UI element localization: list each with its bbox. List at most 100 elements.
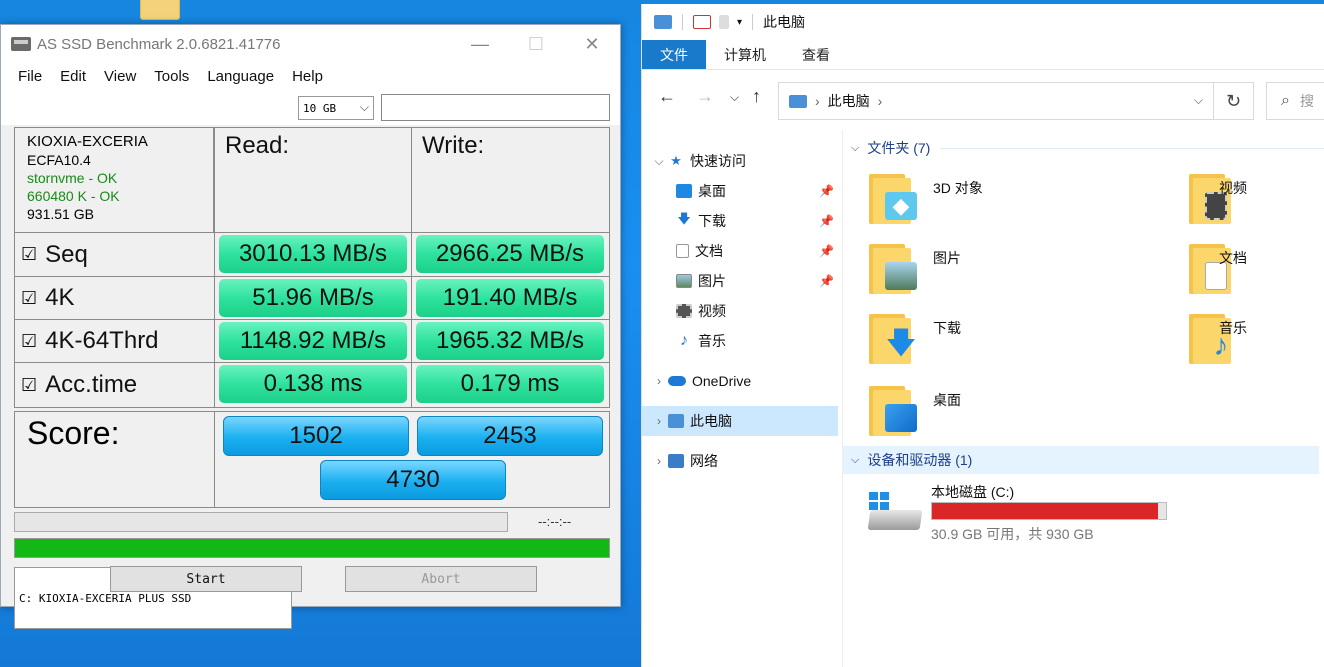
nav-onedrive[interactable]: › OneDrive (642, 366, 838, 396)
customize-toolbar-icon[interactable]: ▾ (737, 17, 742, 28)
folder-music[interactable]: ♪ 音乐 (1163, 308, 1324, 370)
folders-group-header[interactable]: ⌵ 文件夹 (7) (851, 138, 1324, 158)
nav-network[interactable]: › 网络 (642, 446, 838, 476)
tab-file[interactable]: 文件 (642, 40, 706, 69)
up-icon[interactable]: ↑ (752, 86, 761, 107)
folder-3d-objects[interactable]: ◆ 3D 对象 (843, 168, 1143, 230)
drive-model: KIOXIA-EXCERIA (27, 133, 148, 150)
desktop-folder-icon[interactable] (140, 0, 180, 20)
pin-icon[interactable]: 📌 (819, 274, 834, 288)
folder-downloads[interactable]: 🡇 下载 (843, 308, 1143, 370)
score-read: 1502 (223, 416, 409, 456)
chevron-down-icon: ⌵ (359, 100, 369, 114)
drive-capacity: 931.51 GB (27, 206, 94, 222)
row-4k[interactable]: ☑ 4K (14, 276, 215, 320)
4k-read-value: 51.96 MB/s (219, 279, 407, 317)
row-label: Seq (45, 240, 88, 268)
row-seq[interactable]: ☑ Seq (14, 232, 215, 277)
chevron-down-icon[interactable]: ⌵ (1194, 93, 1203, 108)
drive-icon (11, 37, 31, 51)
chevron-down-icon[interactable]: ⌵ (851, 454, 859, 467)
menu-tools[interactable]: Tools (154, 68, 189, 85)
start-button[interactable]: Start (110, 566, 302, 592)
menu-edit[interactable]: Edit (60, 68, 86, 85)
recent-locations-icon[interactable]: ⌵ (730, 90, 739, 105)
folder-desktop[interactable]: 桌面 (843, 380, 1143, 442)
acc-read-value: 0.138 ms (219, 365, 407, 403)
size-select[interactable]: 10 GB ⌵ (298, 96, 374, 120)
refresh-button[interactable]: ↻ (1214, 82, 1254, 120)
tab-view[interactable]: 查看 (784, 40, 848, 69)
pin-icon[interactable]: 📌 (819, 214, 834, 228)
checkbox-icon[interactable]: ☑ (21, 331, 37, 352)
forward-icon[interactable]: → (696, 86, 714, 107)
folder-pictures[interactable]: 图片 (843, 238, 1143, 300)
pin-icon[interactable]: 📌 (819, 244, 834, 258)
drive-c[interactable]: 本地磁盘 (C:) 30.9 GB 可用，共 930 GB (867, 482, 1324, 544)
nav-documents[interactable]: 文档 📌 (642, 236, 838, 266)
seq-read-value: 3010.13 MB/s (219, 235, 407, 273)
checkbox-icon[interactable]: ☑ (21, 375, 37, 396)
pin-icon[interactable]: 📌 (819, 184, 834, 198)
drive-usage-bar (931, 502, 1167, 520)
devices-group-header[interactable]: ⌵ 设备和驱动器 (1) (843, 446, 1319, 474)
nav-videos[interactable]: 视频 (642, 296, 838, 326)
document-icon (676, 244, 689, 258)
music-icon: ♪ (680, 332, 688, 349)
nav-desktop[interactable]: 桌面 📌 (642, 176, 838, 206)
nav-this-pc[interactable]: › 此电脑 (642, 406, 838, 436)
nav-music[interactable]: ♪ 音乐 (642, 326, 838, 356)
nav-quick-access[interactable]: ⌵ ★ 快速访问 (642, 146, 838, 176)
overall-progress-bar (14, 538, 610, 558)
read-header: Read: (214, 127, 412, 233)
back-icon[interactable]: ← (658, 86, 676, 107)
chevron-right-icon[interactable]: › (650, 374, 668, 388)
nav-downloads[interactable]: 🡇 下载 📌 (642, 206, 838, 236)
tab-computer[interactable]: 计算机 (706, 40, 784, 69)
menu-view[interactable]: View (104, 68, 136, 85)
drive-space-info: 30.9 GB 可用，共 930 GB (931, 526, 1094, 542)
chevron-down-icon[interactable]: ⌵ (650, 154, 668, 169)
4k64-write-value: 1965.32 MB/s (416, 322, 604, 360)
drive-firmware: ECFA10.4 (27, 152, 91, 168)
search-box[interactable]: ⌕ 搜 (1266, 82, 1324, 120)
ribbon-tabs: 文件 计算机 查看 (642, 40, 1324, 70)
pc-icon (789, 94, 807, 108)
folder-documents[interactable]: 文档 (1163, 238, 1324, 300)
row-label: 4K-64Thrd (45, 327, 159, 354)
menu-bar: File Edit View Tools Language Help (1, 63, 620, 89)
abort-button[interactable]: Abort (345, 566, 537, 592)
status-textbox[interactable] (381, 94, 610, 121)
row-4k-64thrd[interactable]: ☑ 4K-64Thrd (14, 319, 215, 363)
chevron-down-icon[interactable]: ⌵ (851, 142, 859, 155)
score-total: 4730 (320, 460, 506, 500)
star-icon: ★ (670, 153, 682, 168)
acc-write-value: 0.179 ms (416, 365, 604, 403)
folder-videos[interactable]: 视频 (1163, 168, 1324, 230)
alignment-status: 660480 K - OK (27, 188, 120, 204)
properties-icon[interactable] (693, 15, 711, 29)
menu-file[interactable]: File (18, 68, 42, 85)
address-row: ← → ⌵ ↑ › 此电脑 › ⌵ ↻ ⌕ 搜 (642, 70, 1324, 126)
checkbox-icon[interactable]: ☑ (21, 244, 37, 265)
chevron-right-icon: › (877, 93, 883, 109)
drive-info: KIOXIA-EXCERIA ECFA10.4 stornvme - OK 66… (14, 127, 214, 233)
address-bar[interactable]: › 此电脑 › ⌵ (778, 82, 1214, 120)
minimize-button[interactable]: — (452, 25, 508, 63)
menu-help[interactable]: Help (292, 68, 323, 85)
elapsed-time: --:--:-- (538, 514, 572, 529)
size-select-value: 10 GB (303, 101, 337, 115)
write-header: Write: (411, 127, 610, 233)
row-acc-time[interactable]: ☑ Acc.time (14, 362, 215, 408)
chevron-right-icon[interactable]: › (650, 414, 668, 428)
desktop-folder-icon (869, 382, 919, 436)
drive-select-value: C: KIOXIA-EXCERIA PLUS SSD (19, 591, 192, 605)
nav-pictures[interactable]: 图片 📌 (642, 266, 838, 296)
close-button[interactable]: ✕ (564, 25, 620, 63)
menu-language[interactable]: Language (207, 68, 274, 85)
maximize-button[interactable]: ☐ (508, 25, 564, 63)
checkbox-icon[interactable]: ☑ (21, 288, 37, 309)
new-folder-icon[interactable] (719, 15, 729, 29)
chevron-right-icon[interactable]: › (650, 454, 668, 468)
window-title: 此电脑 (763, 14, 806, 30)
